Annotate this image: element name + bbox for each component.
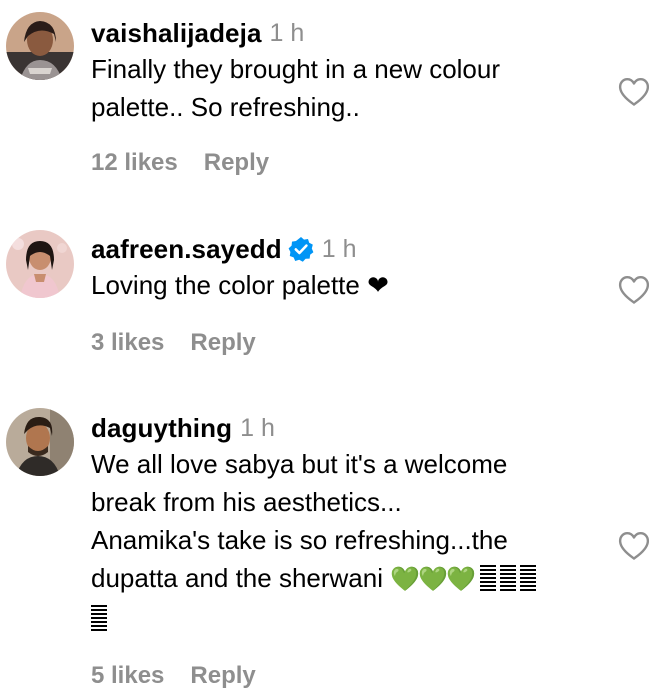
- bars-glyph-icon: [479, 565, 496, 591]
- comment-username[interactable]: vaishalijadeja: [91, 18, 262, 49]
- comment-timestamp[interactable]: 1 h: [322, 235, 357, 264]
- verified-badge-icon: [288, 236, 314, 262]
- comment-text-line: Loving the color palette ❤: [91, 270, 389, 300]
- reply-button[interactable]: Reply: [190, 329, 255, 357]
- comment-text-line: Anamika's take is so refreshing...the: [91, 525, 508, 555]
- comment-text-line: break from his aesthetics...: [91, 487, 402, 517]
- likes-count[interactable]: 5 likes: [91, 662, 164, 690]
- comment-text: Loving the color palette ❤: [91, 266, 601, 304]
- avatar[interactable]: [6, 12, 74, 80]
- comment-timestamp[interactable]: 1 h: [270, 19, 305, 48]
- comment-actions: 5 likes Reply: [91, 662, 256, 690]
- bars-glyph-icon: [519, 565, 536, 591]
- comment-username[interactable]: aafreen.sayedd: [91, 234, 282, 265]
- comment-text-line: We all love sabya but it's a welcome: [91, 449, 508, 479]
- comment-text-segment: dupatta and the sherwani: [91, 563, 391, 593]
- comment-actions: 3 likes Reply: [91, 329, 256, 357]
- comment-text-line: [91, 599, 601, 637]
- reply-button[interactable]: Reply: [204, 149, 269, 177]
- green-heart-emoji: 💚💚💚: [390, 566, 476, 593]
- comment-text-line: palette.. So refreshing..: [91, 92, 360, 122]
- comment-text-line: dupatta and the sherwani 💚💚💚: [91, 559, 601, 599]
- heart-outline-icon[interactable]: [618, 275, 649, 305]
- reply-button[interactable]: Reply: [190, 662, 255, 690]
- avatar[interactable]: [6, 408, 74, 476]
- bars-glyph-icon: [499, 565, 516, 591]
- comment-actions: 12 likes Reply: [91, 149, 269, 177]
- comment-text: We all love sabya but it's a welcome bre…: [91, 445, 601, 637]
- likes-count[interactable]: 12 likes: [91, 149, 178, 177]
- avatar[interactable]: [6, 230, 74, 298]
- heart-outline-icon[interactable]: [618, 531, 649, 561]
- comment-text: Finally they brought in a new colour pal…: [91, 50, 601, 126]
- comment-username[interactable]: daguything: [91, 413, 232, 444]
- comment-timestamp[interactable]: 1 h: [240, 414, 275, 443]
- comment-text-line: Finally they brought in a new colour: [91, 54, 501, 84]
- heart-outline-icon[interactable]: [618, 77, 649, 107]
- bars-glyph-icon: [91, 605, 107, 631]
- likes-count[interactable]: 3 likes: [91, 329, 164, 357]
